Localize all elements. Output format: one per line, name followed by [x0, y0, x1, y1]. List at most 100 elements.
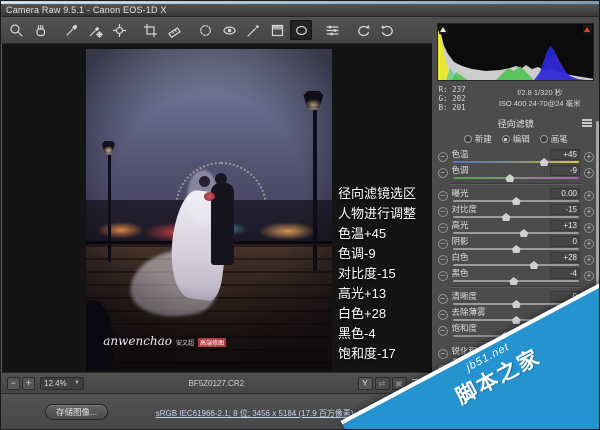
histogram: [437, 23, 594, 81]
decrease-button[interactable]: [438, 223, 448, 233]
annotation-line: 黑色-4: [338, 324, 416, 344]
slider-track[interactable]: [453, 216, 579, 218]
slider-thumb[interactable]: [509, 277, 518, 285]
value-field[interactable]: 0: [550, 236, 580, 247]
radio-icon: [540, 135, 548, 143]
window-title: Camera Raw 9.5.1 - Canon EOS-1D X: [6, 5, 167, 15]
rgb-readout: R: 237 G: 202 B: 201: [439, 85, 487, 112]
crop-tool-icon[interactable]: [139, 20, 161, 40]
tutorial-annotation: 径向滤镜选区 人物进行调整 色温+45 色调-9 对比度-15 高光+13 白色…: [338, 184, 416, 364]
preview-swap-button[interactable]: ⇄: [375, 377, 390, 390]
divider: [450, 286, 582, 288]
value-field[interactable]: -9: [550, 165, 580, 176]
radio-icon: [464, 135, 472, 143]
decrease-button[interactable]: [438, 207, 448, 217]
value-field[interactable]: -15: [550, 204, 580, 215]
increase-button[interactable]: [584, 168, 594, 178]
slider-contrast: 对比度-15: [437, 204, 595, 220]
slider-track[interactable]: [453, 161, 579, 163]
slider-tint: 色调-9: [437, 165, 595, 181]
annotation-line: 色温+45: [338, 224, 416, 244]
zoom-out-button[interactable]: −: [7, 377, 20, 390]
decrease-button[interactable]: [438, 271, 448, 281]
annotation-line: 人物进行调整: [338, 204, 416, 224]
radial-filter-tool-icon[interactable]: [290, 20, 312, 40]
mode-new-radio[interactable]: 新建: [464, 133, 492, 145]
panel-menu-icon[interactable]: [582, 119, 592, 127]
slider-track[interactable]: [453, 248, 579, 250]
slider-temperature: 色温+45: [437, 149, 595, 165]
hand-tool-icon[interactable]: [29, 20, 51, 40]
radio-icon: [502, 135, 510, 143]
panel-header: 径向滤镜: [437, 117, 595, 130]
zoom-in-button[interactable]: +: [22, 377, 35, 390]
annotation-line: 对比度-15: [338, 264, 416, 284]
graduated-filter-tool-icon[interactable]: [266, 20, 288, 40]
slider-track[interactable]: [453, 232, 579, 234]
highlight-clipping-indicator[interactable]: [583, 25, 592, 34]
exif-readout: R: 237 G: 202 B: 201 f/2.8 1/320 秒 ISO 4…: [439, 85, 593, 112]
white-balance-tool-icon[interactable]: [60, 20, 82, 40]
decrease-button[interactable]: [438, 191, 448, 201]
photo-preview: anwenchao 安文超 高端修图: [86, 49, 332, 371]
adjustment-brush-tool-icon[interactable]: [242, 20, 264, 40]
photo-watermark: anwenchao 安文超 高端修图: [103, 334, 226, 348]
shadow-clipping-indicator[interactable]: [439, 25, 448, 34]
preferences-icon[interactable]: [321, 20, 343, 40]
shot-info: f/2.8 1/320 秒 ISO 400 24-70@24 毫米: [487, 85, 593, 112]
title-bar: Camera Raw 9.5.1 - Canon EOS-1D X: [1, 4, 599, 17]
slider-thumb[interactable]: [505, 174, 514, 182]
value-field[interactable]: 0.00: [550, 188, 580, 199]
red-eye-tool-icon[interactable]: [218, 20, 240, 40]
increase-button[interactable]: [584, 255, 594, 265]
decrease-button[interactable]: [438, 349, 448, 359]
rotate-left-icon[interactable]: [352, 20, 374, 40]
zoom-tool-icon[interactable]: [5, 20, 27, 40]
save-image-button[interactable]: 存储图像...: [45, 404, 108, 420]
decrease-button[interactable]: [438, 152, 448, 162]
increase-button[interactable]: [584, 152, 594, 162]
slider-track[interactable]: [453, 177, 579, 179]
spot-removal-tool-icon[interactable]: [194, 20, 216, 40]
divider: [450, 183, 582, 185]
decrease-button[interactable]: [438, 310, 448, 320]
slider-blacks: 黑色-4: [437, 268, 595, 284]
chevron-down-icon: ▼: [74, 380, 80, 386]
slider-track[interactable]: [453, 200, 579, 202]
value-field[interactable]: +28: [550, 252, 580, 263]
decrease-button[interactable]: [438, 294, 448, 304]
panel-title: 径向滤镜: [498, 119, 534, 129]
value-field[interactable]: -4: [550, 268, 580, 279]
preview-split-toggle[interactable]: Y: [358, 377, 373, 390]
decrease-button[interactable]: [438, 239, 448, 249]
filter-mode-group: 新建 编辑 画笔: [437, 133, 595, 145]
annotation-line: 饱和度-17: [338, 344, 416, 364]
slider-whites: 白色+28: [437, 252, 595, 268]
slider-track[interactable]: [453, 264, 579, 266]
increase-button[interactable]: [584, 223, 594, 233]
canvas-status-bar: − + 12.4% ▼ BF5Z0127.CR2 Y ⇄ ▣: [1, 372, 432, 393]
value-field[interactable]: +13: [550, 220, 580, 231]
decrease-button[interactable]: [438, 168, 448, 178]
mode-brush-radio[interactable]: 画笔: [540, 133, 568, 145]
decrease-button[interactable]: [438, 326, 448, 336]
value-field[interactable]: +45: [550, 149, 580, 160]
color-sampler-tool-icon[interactable]: [84, 20, 106, 40]
increase-button[interactable]: [584, 271, 594, 281]
photo-vignette: [86, 49, 332, 371]
tool-bar: [1, 17, 432, 44]
rotate-right-icon[interactable]: [376, 20, 398, 40]
targeted-adjustment-tool-icon[interactable]: [108, 20, 130, 40]
increase-button[interactable]: [584, 207, 594, 217]
decrease-button[interactable]: [438, 255, 448, 265]
straighten-tool-icon[interactable]: [163, 20, 185, 40]
increase-button[interactable]: [584, 191, 594, 201]
annotation-line: 径向滤镜选区: [338, 184, 416, 204]
annotation-line: 白色+28: [338, 304, 416, 324]
mode-edit-radio[interactable]: 编辑: [502, 133, 530, 145]
annotation-line: 高光+13: [338, 284, 416, 304]
slider-track[interactable]: [453, 280, 579, 282]
slider-shadows: 阴影0: [437, 236, 595, 252]
increase-button[interactable]: [584, 239, 594, 249]
zoom-level-select[interactable]: 12.4% ▼: [40, 377, 84, 390]
